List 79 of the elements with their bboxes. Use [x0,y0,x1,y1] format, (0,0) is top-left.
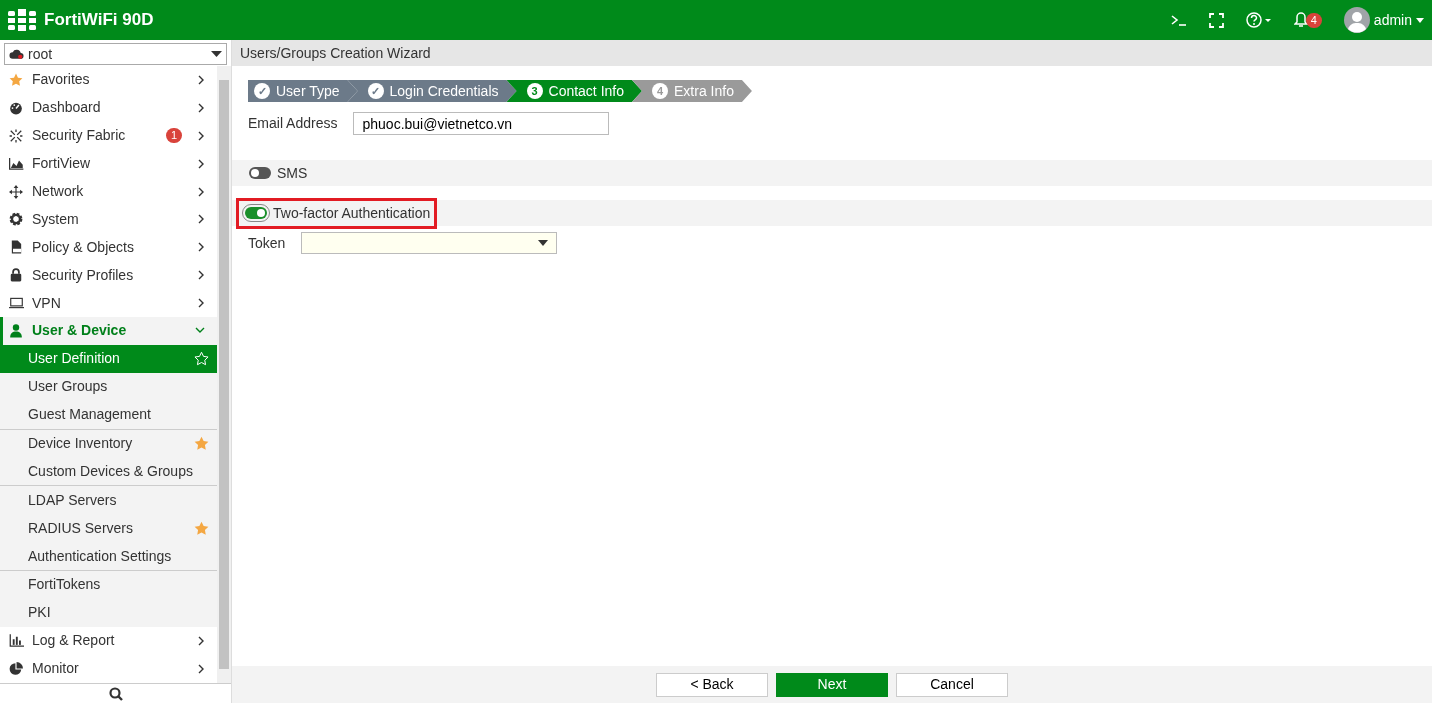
fullscreen-icon[interactable] [1208,12,1224,28]
star-icon [9,72,23,87]
chevron-right-icon [198,270,205,281]
email-field[interactable]: phuoc.bui@vietnetco.vn [353,112,610,135]
count-badge: 1 [165,128,182,144]
caret-icon [1416,17,1424,23]
chevron-right-icon [198,130,205,141]
star-icon[interactable] [194,436,209,451]
scrollbar[interactable] [217,66,231,683]
sidebar-item[interactable]: System [0,205,217,234]
fabric-icon [9,128,23,143]
chevron-right-icon [198,635,205,646]
terminal-icon[interactable] [1170,14,1187,26]
bar-chart-icon [8,634,24,648]
help-icon[interactable] [1245,12,1272,28]
settings-icon [9,212,23,227]
toggle-switch[interactable]: Two-factor Authentication [236,197,438,229]
star-icon[interactable] [194,520,209,536]
field-label: Token [248,233,286,253]
sidebar-item[interactable]: Security Profiles [0,261,217,290]
chevron-right-icon [198,663,205,674]
submenu-item[interactable]: RADIUS Servers [0,514,217,543]
sidebar-item[interactable]: Dashboard [0,93,217,122]
wizard-button[interactable]: Cancel [896,672,1008,697]
sidebar-item[interactable]: Favorites [0,66,217,94]
page-title: Users/Groups Creation Wizard [240,43,431,63]
gauge-icon [9,100,23,115]
chevron-right-icon [198,74,205,85]
search-icon[interactable] [108,686,123,701]
document-icon [9,240,23,255]
area-chart-icon [8,157,24,171]
sidebar-item[interactable]: VPN [0,289,217,317]
star-icon[interactable] [194,351,209,367]
field-label: Email Address [248,114,338,133]
chevron-right-icon [198,298,205,309]
submenu-item[interactable]: Device Inventory [0,429,217,458]
pie-chart-icon [9,661,23,676]
wizard-button[interactable]: < Back [656,672,768,697]
user-menu[interactable]: admin [1373,9,1412,31]
caret-icon [538,240,549,246]
logo-icon [8,9,36,31]
submenu-item[interactable]: User Definition [0,344,217,373]
submenu-item[interactable]: Custom Devices & Groups [0,457,217,486]
wizard-step: 3 Contact Info [506,80,642,102]
avatar-icon[interactable] [1343,7,1370,33]
submenu-item[interactable]: User Groups [0,372,217,401]
submenu-item[interactable]: PKI [0,598,217,627]
chevron-right-icon [198,214,205,225]
toggle-switch[interactable]: SMS [240,157,315,189]
chevron-right-icon [198,158,205,169]
lock-icon [10,268,22,283]
chevron-right-icon [198,186,205,197]
sidebar-item[interactable]: Log & Report [0,626,217,655]
chevron-right-icon [198,242,205,253]
laptop-icon [8,297,24,310]
move-icon [9,184,23,199]
notification-badge: 4 [1305,12,1322,28]
cloud-icon [9,48,24,60]
wizard-step: 4 Extra Info [632,80,752,102]
wizard-step: ✓ Login Credentials [347,80,517,102]
next-button[interactable]: Next [776,672,888,697]
submenu-item[interactable]: Authentication Settings [0,542,217,571]
submenu-item[interactable]: FortiTokens [0,571,217,599]
product-name: FortiWiFi 90D [44,9,154,32]
submenu-item[interactable]: LDAP Servers [0,486,217,515]
caret-icon [211,51,222,57]
bell-icon[interactable] [1293,12,1308,28]
sidebar-item[interactable]: Network [0,177,217,206]
sidebar-item[interactable]: FortiView [0,149,217,178]
user-icon [10,323,22,338]
submenu-item[interactable]: Guest Management [0,400,217,429]
chevron-down-icon [195,327,205,335]
sidebar-item[interactable]: User & Device [0,317,217,345]
sidebar-item[interactable]: Policy & Objects [0,233,217,262]
chevron-right-icon [198,102,205,113]
vdom-select[interactable]: root [4,43,227,65]
sidebar-item[interactable]: Monitor [0,654,217,683]
wizard-step: ✓ User Type [248,80,358,102]
sidebar-item[interactable]: Security Fabric 1 [0,121,217,150]
